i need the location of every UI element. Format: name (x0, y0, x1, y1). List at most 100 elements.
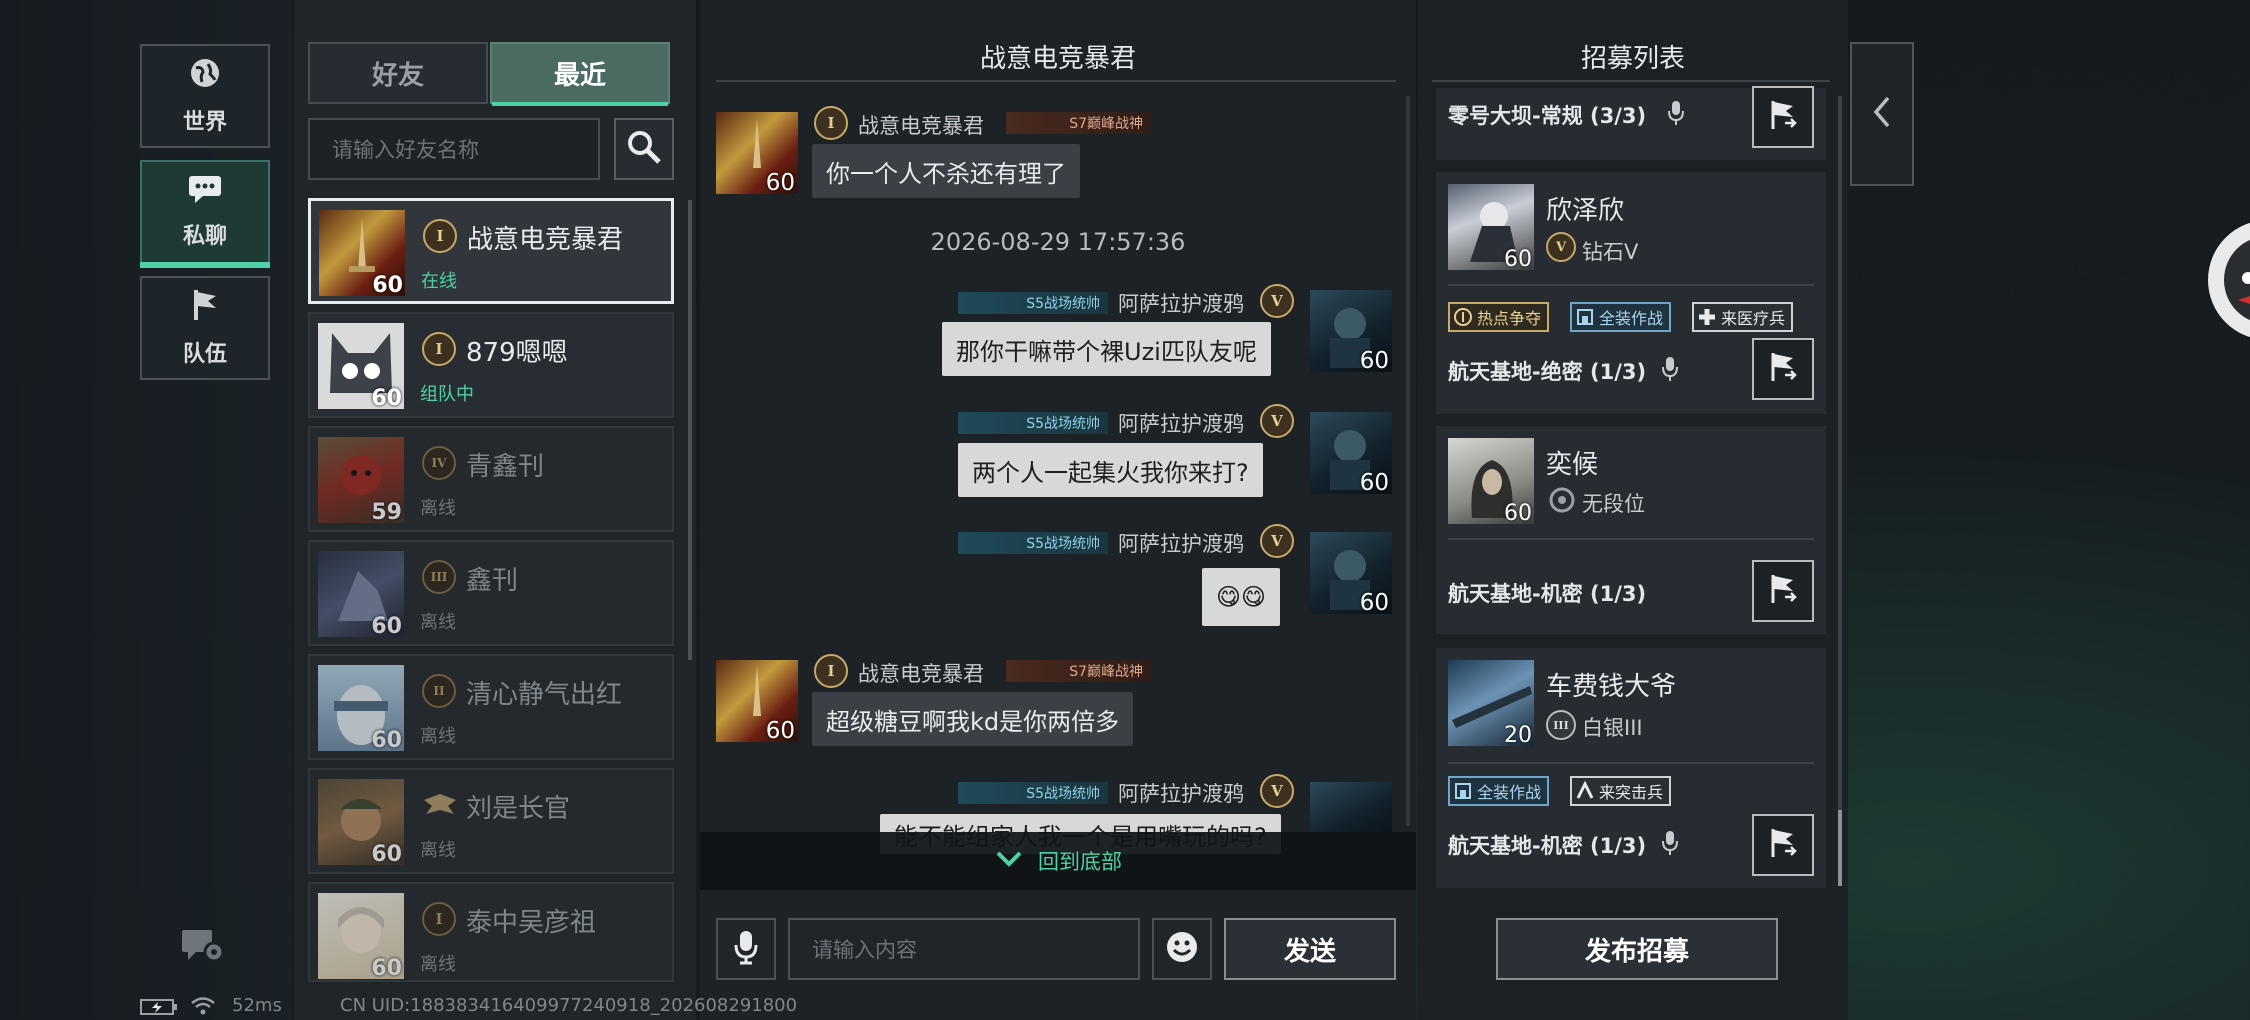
friend-search-input[interactable]: 请输入好友名称 (308, 118, 600, 180)
tab-friends[interactable]: 好友 (308, 42, 488, 104)
tag-label: 热点争夺 (1477, 309, 1542, 328)
nav-private-chat-label: 私聊 (182, 224, 227, 249)
chat-scrollbar[interactable] (1406, 96, 1410, 826)
back-to-bottom-button[interactable]: 回到底部 (700, 832, 1416, 890)
recruit-card-title: 航天基地-机密 (1/3) (1448, 834, 1647, 858)
message-timestamp: 2026-08-29 17:57:36 (930, 228, 1186, 256)
friend-status: 离线 (420, 726, 456, 747)
sender-avatar[interactable]: 60 (1310, 532, 1392, 614)
friend-status: 离线 (420, 840, 456, 861)
friend-row[interactable]: 60 III 鑫刊 离线 (308, 540, 674, 646)
battery-icon (140, 998, 178, 1020)
floating-avatar[interactable] (2208, 220, 2250, 340)
wings-rank-icon (422, 788, 458, 826)
friend-row[interactable]: 60 II 清心静气出红 离线 (308, 654, 674, 760)
card-divider (1448, 538, 1814, 540)
search-icon (626, 129, 662, 169)
rank-badge-icon: V (1260, 404, 1294, 438)
flag-join-icon (1765, 349, 1801, 389)
friend-status: 在线 (421, 271, 457, 292)
flag-join-icon (1765, 97, 1801, 137)
sender-name: 阿萨拉护渡鸦 (1118, 412, 1244, 436)
friend-name: 泰中吴彦祖 (466, 908, 597, 938)
join-team-button[interactable] (1752, 86, 1814, 148)
tab-recent[interactable]: 最近 (490, 42, 670, 106)
wifi-icon (190, 996, 216, 1020)
microphone-icon (734, 929, 758, 969)
rank-badge-icon: I (423, 219, 457, 253)
search-button[interactable] (614, 118, 674, 180)
publish-recruit-button[interactable]: 发布招募 (1496, 918, 1778, 980)
avatar-level: 60 (371, 728, 402, 751)
avatar: 60 (318, 779, 404, 865)
message-bubble: 那你干嘛带个裸Uzi匹队友呢 (942, 322, 1271, 376)
nav-world-button[interactable]: 世界 (140, 44, 270, 148)
send-button[interactable]: 发送 (1224, 918, 1396, 980)
chat-settings-icon[interactable] (180, 926, 226, 970)
avatar-level: 60 (1359, 470, 1389, 494)
rank-badge-icon: IV (422, 446, 456, 480)
microphone-icon (1662, 356, 1678, 386)
collapse-panel-button[interactable] (1850, 42, 1914, 186)
rank-badge-icon: I (422, 902, 456, 936)
recruiter-rank: 白银III (1582, 716, 1643, 740)
sender-name: 战意电竞暴君 (858, 662, 984, 686)
emoji-button[interactable] (1152, 918, 1212, 980)
rank-badge-icon: V (1260, 524, 1294, 558)
join-team-button[interactable] (1752, 814, 1814, 876)
rank-badge-icon: I (814, 654, 848, 688)
rank-badge-icon: I (814, 106, 848, 140)
friend-name: 879嗯嗯 (466, 338, 568, 368)
rank-badge-icon: II (422, 674, 456, 708)
friend-status: 离线 (420, 954, 456, 975)
season-title-badge: S5战场统帅 (958, 532, 1108, 554)
sender-avatar[interactable]: 60 (716, 112, 798, 194)
recruit-scrollbar[interactable] (1838, 96, 1842, 886)
recruit-scrollbar-thumb[interactable] (1838, 810, 1842, 886)
sender-avatar[interactable]: 60 (1310, 412, 1392, 494)
emoji-smile-icon (1165, 930, 1199, 968)
join-team-button[interactable] (1752, 338, 1814, 400)
recruit-card-title: 航天基地-机密 (1/3) (1448, 582, 1647, 606)
friend-row[interactable]: 60 I 战意电竞暴君 在线 (308, 198, 674, 304)
chat-title: 战意电竞暴君 (979, 44, 1136, 74)
nav-team-button[interactable]: 队伍 (140, 276, 270, 380)
rank-badge-icon: III (422, 560, 456, 594)
sender-avatar[interactable]: 60 (716, 660, 798, 742)
friend-row[interactable]: 60 I 泰中吴彦祖 离线 (308, 882, 674, 982)
message-bubble: 两个人一起集火我你来打? (958, 443, 1263, 497)
friend-name: 青鑫刊 (466, 452, 545, 482)
friend-name: 清心静气出红 (466, 680, 623, 710)
friend-status: 离线 (420, 612, 456, 633)
user-uid: CN UID:188383416409977240918_20260829180… (340, 995, 798, 1016)
sender-avatar[interactable]: 60 (1310, 290, 1392, 372)
join-team-button[interactable] (1752, 560, 1814, 622)
friend-row[interactable]: 59 IV 青鑫刊 离线 (308, 426, 674, 532)
nav-private-chat-button[interactable]: 私聊 (140, 160, 270, 268)
recruit-card-title: 航天基地-绝密 (1/3) (1448, 360, 1647, 384)
tag-label: 全装作战 (1599, 309, 1664, 328)
friend-row[interactable]: 60 I 879嗯嗯 组队中 (308, 312, 674, 418)
friend-name: 鑫刊 (466, 566, 519, 596)
avatar: 60 (1448, 184, 1534, 270)
ping-readout: 52ms (232, 995, 282, 1016)
globe-icon (188, 56, 222, 96)
message-bubble: 超级糖豆啊我kd是你两倍多 (812, 692, 1134, 746)
friend-list-scrollbar[interactable] (688, 200, 692, 660)
message-bubble: 😋😋 (1202, 568, 1281, 626)
recruit-title: 招募列表 (1580, 44, 1685, 74)
recruit-title-divider (1432, 80, 1830, 82)
chat-message-input[interactable]: 请输入内容 (788, 918, 1140, 980)
rank-badge-icon: V (1260, 284, 1294, 318)
recruiter-name: 奕候 (1546, 450, 1599, 480)
voice-input-button[interactable] (716, 918, 776, 980)
avatar: 60 (318, 893, 404, 979)
friend-status: 离线 (420, 498, 456, 519)
friend-row[interactable]: 60 刘是长官 离线 (308, 768, 674, 874)
season-title-badge: S5战场统帅 (958, 292, 1108, 314)
avatar: 60 (318, 665, 404, 751)
rank-badge-icon: I (422, 332, 456, 366)
avatar-level: 60 (371, 386, 402, 409)
unranked-icon (1548, 486, 1576, 518)
season-title-badge: S5战场统帅 (958, 412, 1108, 434)
